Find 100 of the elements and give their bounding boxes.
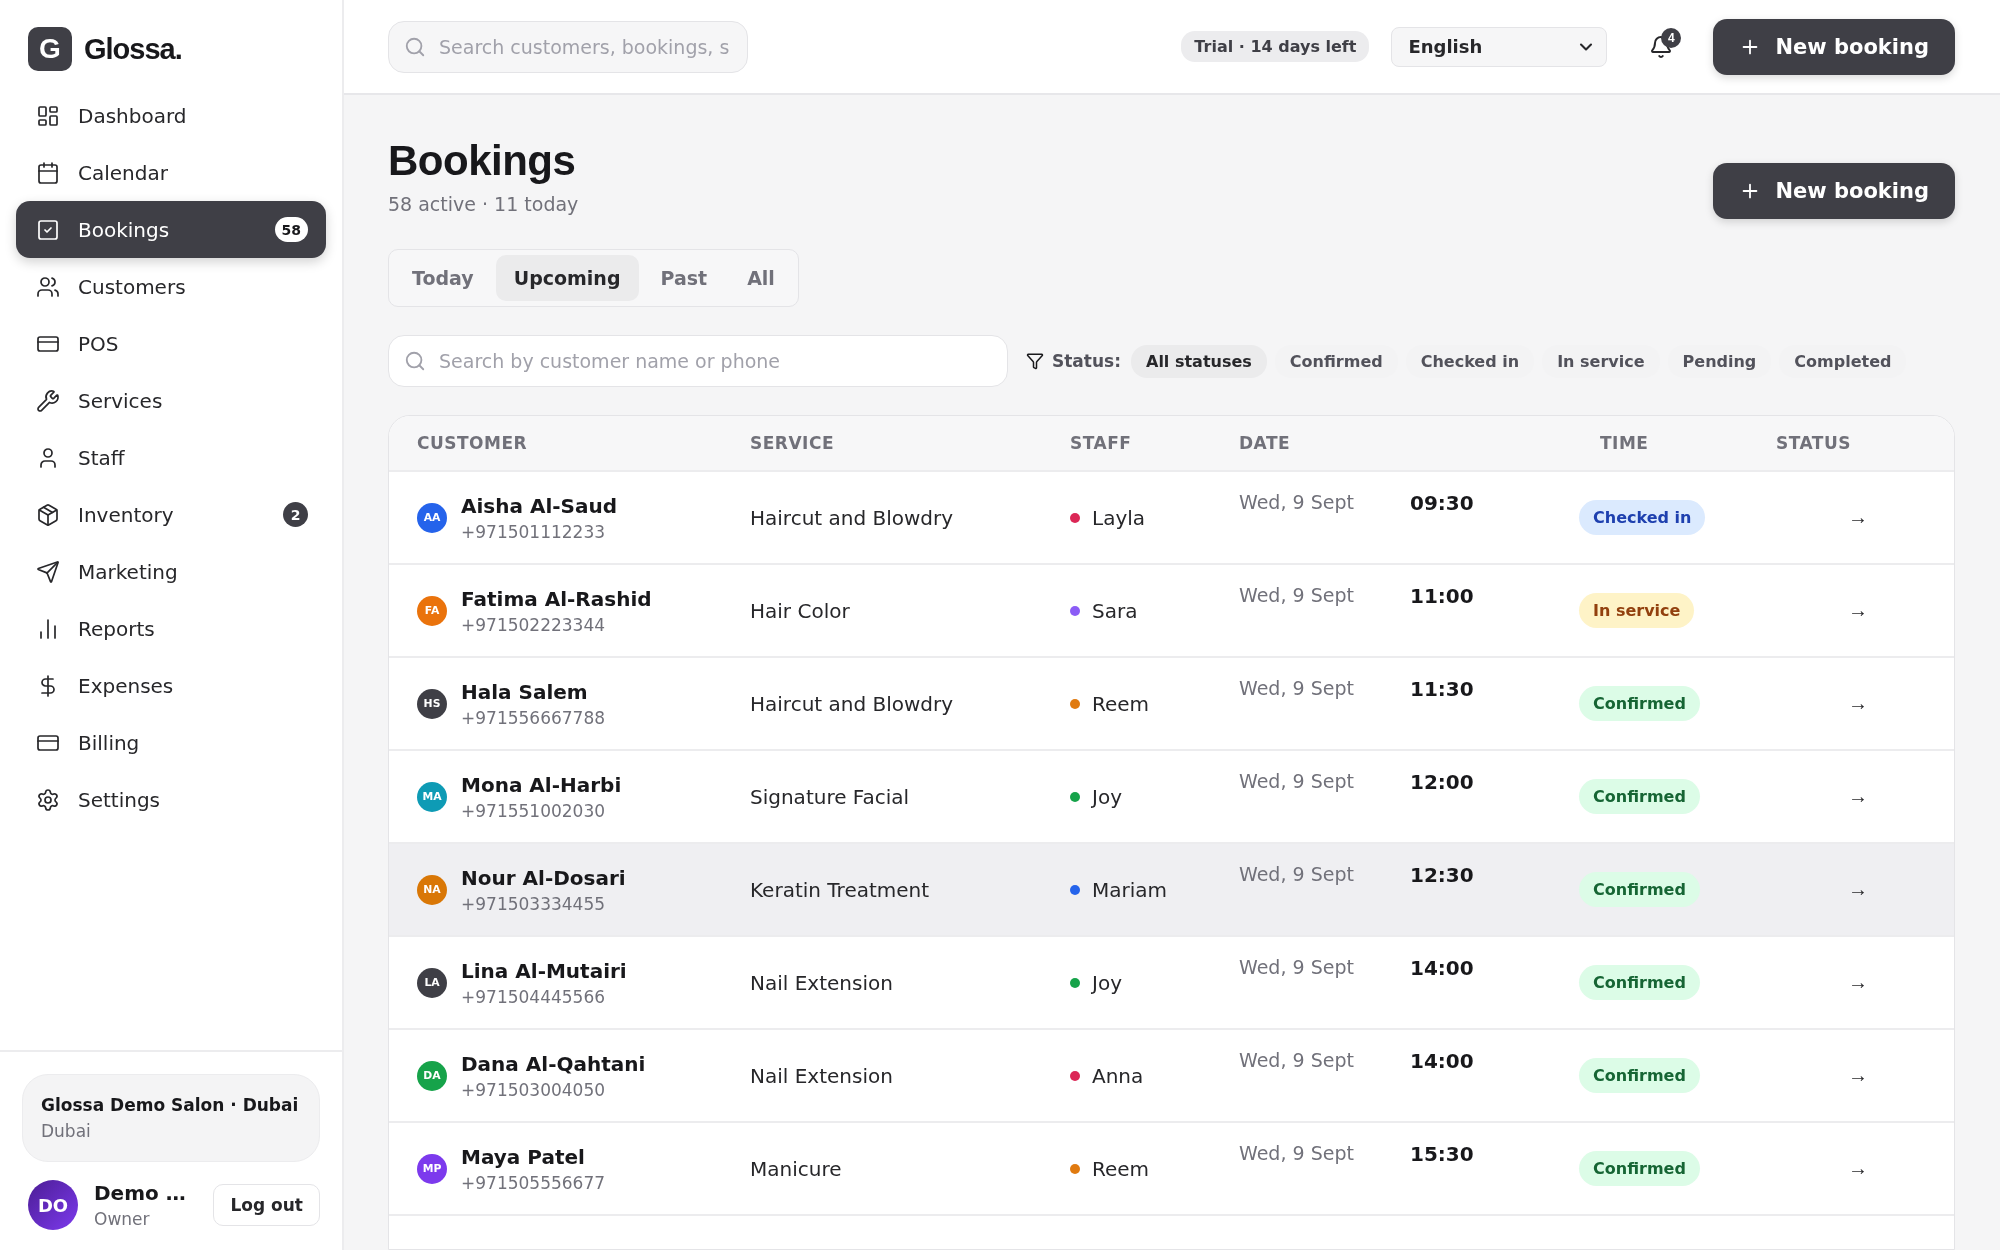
nav-item[interactable]: Staff: [16, 429, 326, 486]
open-booking-button[interactable]: →: [1844, 502, 1872, 533]
staff-name: Joy: [1092, 784, 1122, 809]
status-badge: Confirmed: [1579, 1058, 1700, 1093]
customer-name: Dana Al-Qahtani: [461, 1051, 646, 1076]
customer-phone: +971504445566: [461, 986, 607, 1007]
customer-phone: +971502223344: [461, 614, 607, 635]
page-title: Bookings: [388, 137, 577, 185]
status-badge: Checked in: [1579, 500, 1706, 535]
salon-city: Dubai: [41, 1121, 92, 1141]
booking-time: 14:00: [1410, 956, 1475, 980]
tab[interactable]: Past: [642, 255, 726, 301]
service-name: Haircut and Blowdry: [750, 505, 955, 530]
open-booking-button[interactable]: →: [1844, 1060, 1872, 1091]
booking-time: 09:30: [1410, 491, 1475, 515]
column-header: STATUS: [1776, 433, 1852, 453]
nav-item[interactable]: Customers: [16, 258, 326, 315]
nav-item[interactable]: Marketing: [16, 543, 326, 600]
customer-name: Aisha Al-Saud: [461, 493, 618, 518]
customer-search-field[interactable]: Search by customer name or phone: [388, 335, 1008, 387]
nav-item[interactable]: Settings: [16, 771, 326, 828]
logo-mark: G: [28, 27, 72, 71]
nav-label: Marketing: [78, 559, 179, 584]
open-booking-button[interactable]: →: [1844, 781, 1872, 812]
logout-button[interactable]: Log out: [213, 1184, 320, 1226]
customer-name: Fatima Al-Rashid: [461, 586, 652, 611]
settings-icon: [36, 787, 60, 812]
staff-name: Reem: [1092, 1156, 1150, 1181]
new-booking-button[interactable]: New booking: [1713, 18, 1955, 75]
booking-row[interactable]: NA Nour Al-Dosari +971503334455 Keratin Treatment Mariam Wed, 9 Sept 12:30 Confirmed →: [389, 844, 1954, 937]
service-name: Nail Extension: [750, 970, 894, 995]
users-icon: [36, 274, 60, 299]
column-header: TIME: [1600, 433, 1650, 453]
tab[interactable]: Upcoming: [495, 255, 639, 301]
count-badge: 2: [283, 502, 308, 527]
booking-date: Wed, 9 Sept: [1239, 956, 1355, 980]
service-name: Hair Color: [750, 598, 851, 623]
tab[interactable]: All: [729, 255, 793, 301]
service-name: Keratin Treatment: [750, 877, 931, 902]
search-field[interactable]: Search customers, bookings, s: [388, 20, 748, 73]
checkbox-icon: [36, 217, 60, 242]
nav-item[interactable]: Dashboard: [16, 87, 326, 144]
column-header: DATE: [1239, 433, 1292, 453]
nav-item[interactable]: Bookings 58: [16, 201, 326, 258]
nav-item[interactable]: Inventory 2: [16, 486, 326, 543]
open-booking-button[interactable]: →: [1844, 874, 1872, 905]
booking-date: Wed, 9 Sept: [1239, 1142, 1355, 1166]
service-name: Manicure: [750, 1156, 843, 1181]
status-badge: In service: [1579, 593, 1695, 628]
customer-name: Nour Al-Dosari: [461, 865, 626, 890]
salon-card[interactable]: Glossa Demo Salon · Dubai Dubai: [22, 1074, 320, 1162]
wrench-icon: [36, 388, 60, 413]
search-icon: [404, 350, 426, 372]
customer-avatar: AA: [417, 502, 447, 533]
staff-name: Anna: [1092, 1063, 1144, 1088]
staff-name: Joy: [1092, 970, 1122, 995]
user-role: Owner: [94, 1209, 151, 1229]
nav-label: Billing: [78, 730, 141, 755]
nav-label: Customers: [78, 274, 187, 299]
open-booking-button[interactable]: →: [1844, 967, 1872, 998]
staff-name: Reem: [1092, 691, 1150, 716]
staff-name: Layla: [1092, 505, 1146, 530]
service-name: Nail Extension: [750, 1063, 894, 1088]
calendar-icon: [36, 160, 60, 185]
nav-item[interactable]: Expenses: [16, 657, 326, 714]
booking-date: Wed, 9 Sept: [1239, 584, 1355, 608]
nav-item[interactable]: Services: [16, 372, 326, 429]
open-booking-button[interactable]: →: [1844, 595, 1872, 626]
customer-name: Hala Salem: [461, 679, 589, 704]
nav-label: Settings: [78, 787, 162, 812]
new-booking-button[interactable]: New booking: [1713, 163, 1955, 219]
booking-time: 11:00: [1410, 584, 1475, 608]
dashboard-icon: [36, 103, 60, 128]
column-header: SERVICE: [750, 433, 836, 453]
nav-item[interactable]: Billing: [16, 714, 326, 771]
filter-icon: [1026, 352, 1044, 370]
customer-name: Lina Al-Mutairi: [461, 958, 627, 983]
open-booking-button[interactable]: →: [1844, 1153, 1872, 1184]
tab[interactable]: Today: [394, 255, 492, 301]
salon-name: Glossa Demo Salon · Dubai: [41, 1095, 300, 1115]
nav-item[interactable]: POS: [16, 315, 326, 372]
nav-label: Dashboard: [78, 103, 188, 128]
open-booking-button[interactable]: →: [1844, 688, 1872, 719]
nav-label: Bookings: [78, 217, 171, 242]
box-icon: [36, 502, 60, 527]
booking-date: Wed, 9 Sept: [1239, 491, 1355, 515]
customer-avatar: FA: [417, 595, 447, 626]
nav-item[interactable]: Reports: [16, 600, 326, 657]
page-subtitle: 58 active · 11 today: [388, 193, 579, 215]
nav-label: Inventory: [78, 502, 175, 527]
language-select[interactable]: English: [1391, 26, 1608, 67]
user-name: Demo …: [94, 1181, 187, 1205]
customer-avatar: MA: [417, 781, 447, 812]
nav-item[interactable]: Calendar: [16, 144, 326, 201]
count-badge: 58: [274, 217, 308, 242]
customer-phone: +971503004050: [461, 1079, 607, 1100]
nav-label: POS: [78, 331, 120, 356]
customer-phone: +971551002030: [461, 800, 607, 821]
status-badge: Confirmed: [1579, 965, 1700, 1000]
status-filter-chip[interactable]: All statuses: [1131, 344, 1267, 378]
